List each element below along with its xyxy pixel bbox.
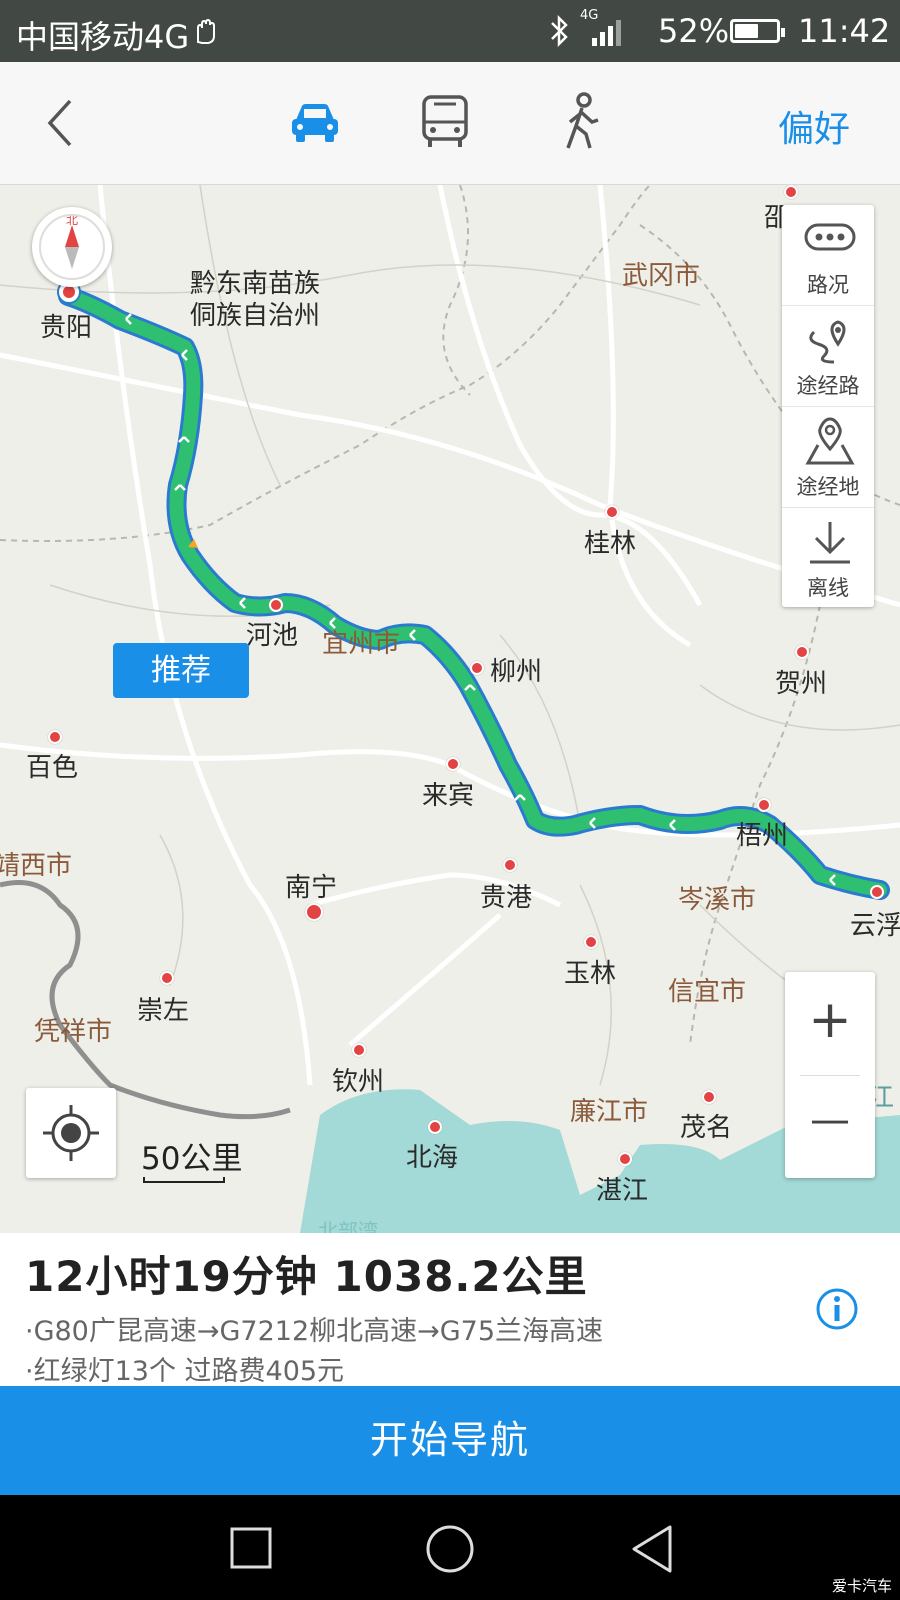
back-nav-icon[interactable]: [628, 1523, 676, 1575]
signal-icon: [592, 20, 621, 46]
system-nav-bar: 爱卡汽车: [0, 1495, 900, 1600]
city-dot: [352, 1043, 366, 1057]
city-label-guiyang: 贵阳: [40, 313, 93, 343]
city-dot: [795, 645, 809, 659]
home-icon[interactable]: [424, 1523, 476, 1575]
via-road-label: 途经路: [796, 374, 860, 398]
city-label-laibin: 来宾: [422, 781, 475, 811]
route-roads: ·G80广昆高速→G7212柳北高速→G75兰海高速: [25, 1316, 604, 1347]
scale-bar: [143, 1177, 225, 1183]
city-label-baise: 百色: [26, 753, 79, 783]
traffic-button[interactable]: 路况: [782, 205, 874, 306]
city-label-zhanjiang: 湛江: [596, 1176, 649, 1206]
city-dot: [428, 1120, 442, 1134]
city-label-hechi: 河池: [246, 621, 299, 651]
route-lights-tolls: ·红绿灯13个 过路费405元: [25, 1356, 345, 1387]
city-dot-capital: [305, 903, 323, 921]
route-duration-distance: 12小时19分钟 1038.2公里: [25, 1252, 588, 1301]
city-label-yulin: 玉林: [564, 959, 617, 989]
via-place-button[interactable]: 途经地: [782, 407, 874, 508]
city-label-guigang: 贵港: [480, 883, 533, 913]
recents-icon[interactable]: [228, 1525, 274, 1571]
city-label-nanning: 南宁: [285, 873, 338, 903]
city-label-liuzhou: 柳州: [490, 657, 543, 687]
zoom-out-button[interactable]: —: [785, 1090, 875, 1150]
city-dot: [269, 598, 283, 612]
download-icon: [810, 522, 850, 564]
traffic-icon: [804, 223, 856, 251]
city-dot: [605, 505, 619, 519]
car-icon[interactable]: [290, 100, 340, 144]
recommend-tag[interactable]: 推荐: [113, 643, 249, 698]
zoom-divider: [800, 1075, 860, 1076]
carrier-label: 中国移动4G: [16, 18, 190, 56]
city-dot: [757, 798, 771, 812]
city-label-xinyi: 信宜市: [668, 977, 747, 1007]
compass[interactable]: 北: [32, 207, 112, 287]
scale-label: 50公里: [141, 1141, 243, 1177]
city-label-hezhou: 贺州: [775, 669, 828, 699]
offline-button[interactable]: 离线: [782, 508, 874, 608]
city-label-yizhou: 宜州市: [322, 629, 401, 659]
city-label-guilin: 桂林: [584, 529, 637, 559]
city-label-beihai: 北海: [406, 1143, 459, 1173]
compass-icon: [39, 214, 105, 280]
battery-percent: 52%: [658, 12, 730, 50]
city-label-chongzuo: 崇左: [137, 996, 190, 1026]
city-dot: [618, 1152, 632, 1166]
city-dot: [48, 730, 62, 744]
info-icon[interactable]: [815, 1287, 859, 1331]
city-dot: [446, 757, 460, 771]
city-dot: [160, 971, 174, 985]
city-dot: [470, 661, 484, 675]
status-bar: 中国移动4G 4G 52% 11:42: [0, 0, 900, 62]
city-dot: [870, 885, 884, 899]
via-road-icon: [809, 320, 846, 364]
city-dot: [503, 858, 517, 872]
city-label-cenxi: 岑溪市: [678, 885, 757, 915]
map-tools-panel: 路况 途经路 途经地 离线: [782, 205, 874, 607]
map-background: [0, 185, 900, 1233]
watermark: 爱卡汽车: [831, 1577, 892, 1595]
zoom-control: + —: [785, 972, 875, 1178]
city-label-pingxiang: 凭祥市: [34, 1017, 113, 1047]
bluetooth-icon: [551, 14, 568, 48]
city-dot: [702, 1090, 716, 1104]
city-label-wugang: 武冈市: [622, 261, 701, 291]
traffic-label: 路况: [807, 273, 849, 297]
city-label-qiandongnan-2: 侗族自治州: [190, 301, 321, 331]
start-navigation-button[interactable]: 开始导航: [0, 1386, 900, 1495]
map-view[interactable]: 贵阳 黔东南苗族 侗族自治州 武冈市 邵 桂林 河池 宜州市 柳州 贺州 百色 …: [0, 185, 900, 1233]
via-road-button[interactable]: 途经路: [782, 306, 874, 407]
city-label-yunfu: 云浮: [850, 911, 900, 941]
city-label-lianjiang: 廉江市: [570, 1097, 649, 1127]
city-dot: [584, 935, 598, 949]
locate-button[interactable]: [26, 1088, 116, 1178]
back-icon[interactable]: [40, 97, 80, 149]
via-place-label: 途经地: [796, 475, 860, 499]
preference-button[interactable]: 偏好: [778, 100, 850, 152]
route-summary[interactable]: 12小时19分钟 1038.2公里 ·G80广昆高速→G7212柳北高速→G75…: [0, 1233, 900, 1387]
bus-icon[interactable]: [420, 94, 470, 150]
via-place-icon: [805, 417, 855, 465]
city-label-qinzhou: 钦州: [332, 1067, 385, 1097]
top-nav: 偏好: [0, 62, 900, 185]
zoom-in-button[interactable]: +: [785, 990, 875, 1050]
walk-icon[interactable]: [562, 92, 602, 152]
clock: 11:42: [798, 12, 891, 50]
sea-label-beibuwan: 北部湾: [318, 1219, 378, 1233]
city-label-wuzhou: 梧州: [736, 821, 789, 851]
locate-icon: [43, 1105, 99, 1161]
offline-label: 离线: [807, 576, 849, 600]
hand-icon: [197, 18, 215, 44]
battery-icon: [730, 19, 785, 43]
city-label-maoming: 茂名: [680, 1113, 733, 1143]
city-label-jingxi: 靖西市: [0, 851, 73, 881]
